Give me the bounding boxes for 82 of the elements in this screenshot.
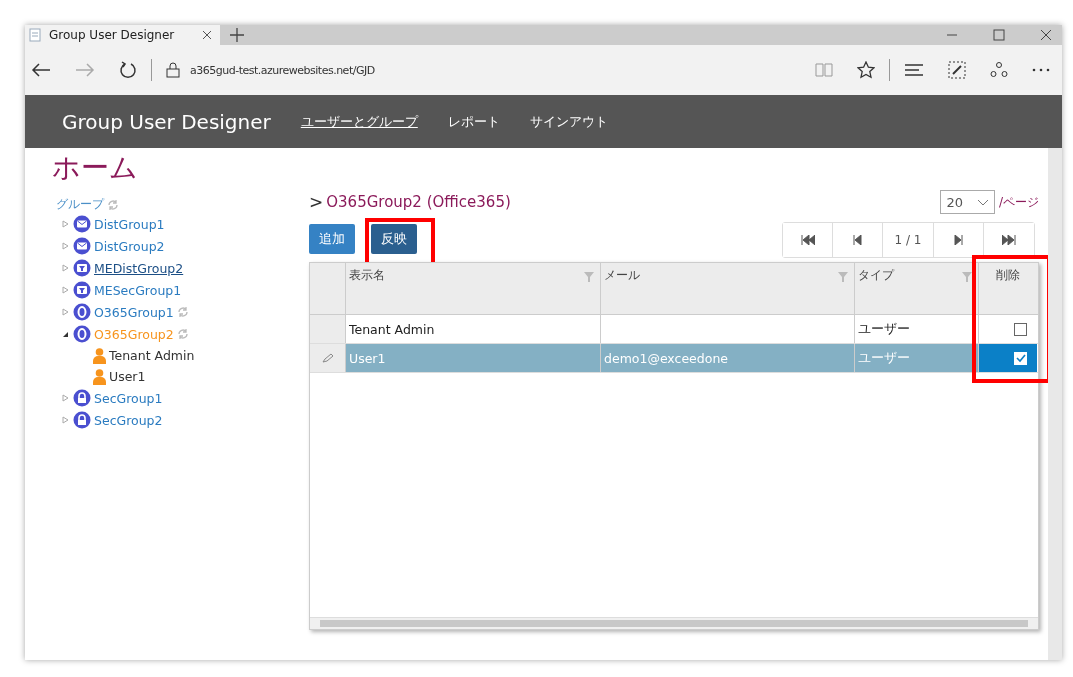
new-tab-icon[interactable] <box>230 28 244 42</box>
collapse-arrow-icon[interactable] <box>62 330 69 338</box>
envelope-icon <box>73 237 91 255</box>
ring-icon <box>73 303 91 321</box>
nav-link[interactable]: レポート <box>447 112 500 131</box>
lock-icon <box>73 411 91 429</box>
refresh-icon[interactable] <box>119 61 137 79</box>
expand-arrow-icon[interactable] <box>62 220 69 228</box>
menu-icon[interactable] <box>904 63 924 77</box>
funnel-icon <box>73 259 91 277</box>
expand-arrow-icon[interactable] <box>62 308 69 316</box>
per-page-label: /ページ <box>998 193 1039 211</box>
table-cell: ユーザー <box>858 320 910 338</box>
back-icon[interactable] <box>31 62 51 78</box>
envelope-icon <box>73 215 91 233</box>
step-forward-icon <box>954 235 963 245</box>
column-header[interactable]: タイプ <box>858 268 894 282</box>
close-icon[interactable] <box>1040 29 1052 41</box>
chevron-down-icon <box>976 198 989 206</box>
expand-arrow-icon[interactable] <box>62 264 69 272</box>
column-header[interactable]: 表示名 <box>349 268 385 282</box>
filter-icon[interactable] <box>584 272 594 282</box>
lock-icon <box>73 389 91 407</box>
person-icon <box>93 368 106 385</box>
action-button[interactable]: 追加 <box>309 224 355 254</box>
lock-icon <box>166 62 180 78</box>
sync-icon[interactable] <box>176 306 189 318</box>
tree-item[interactable]: DistGroup2 <box>94 238 165 254</box>
skip-start-icon <box>800 235 815 245</box>
person-icon <box>93 347 106 364</box>
column-header[interactable]: 削除 <box>996 268 1020 282</box>
star-icon[interactable] <box>857 61 875 79</box>
sync-icon[interactable] <box>107 198 119 211</box>
pen-icon[interactable] <box>948 61 966 79</box>
tree-item[interactable]: SecGroup2 <box>94 412 163 428</box>
table-cell: demo1@exceedone <box>604 350 728 366</box>
table-cell: Tenant Admin <box>349 321 435 337</box>
browser-tab[interactable]: Group User Designer <box>25 25 220 45</box>
share-icon[interactable] <box>990 61 1008 79</box>
more-icon[interactable] <box>1032 68 1050 72</box>
close-icon[interactable] <box>202 30 212 40</box>
nav-link[interactable]: サインアウト <box>529 112 608 131</box>
tree-item[interactable]: SecGroup1 <box>94 390 163 406</box>
tree-item[interactable]: Tenant Admin <box>109 348 195 363</box>
nav-link[interactable]: ユーザーとグループ <box>300 112 418 131</box>
action-button[interactable]: 反映 <box>371 224 417 254</box>
row-selector[interactable] <box>310 344 346 372</box>
maximize-icon[interactable] <box>993 29 1005 41</box>
page-size-dropdown[interactable]: 20 <box>940 190 995 214</box>
address-field[interactable]: a365gud-test.azurewebsites.net/GJD <box>190 63 375 77</box>
book-icon[interactable] <box>815 62 833 78</box>
ring-icon <box>73 325 91 343</box>
tree-item[interactable]: User1 <box>109 369 146 384</box>
step-back-icon <box>853 235 862 245</box>
scrollbar[interactable] <box>310 617 1038 629</box>
checkbox[interactable] <box>1014 322 1027 336</box>
sync-icon[interactable] <box>176 328 189 340</box>
app-title[interactable]: Group User Designer <box>62 109 271 134</box>
first-page-button[interactable] <box>783 223 833 257</box>
table-cell: ユーザー <box>858 349 910 367</box>
group-title: O365Group2 (Office365) <box>326 193 511 211</box>
expand-arrow-icon[interactable] <box>62 394 69 402</box>
forward-icon[interactable] <box>75 62 95 78</box>
filter-icon[interactable] <box>838 272 848 282</box>
tree-item[interactable]: DistGroup1 <box>94 216 165 232</box>
table-cell: User1 <box>349 350 386 366</box>
funnel-icon <box>73 281 91 299</box>
tree-root[interactable]: グループ <box>56 196 104 213</box>
column-header[interactable]: メール <box>604 268 640 282</box>
scrollbar[interactable] <box>1048 148 1062 660</box>
tree-item[interactable]: MEDistGroup2 <box>94 260 184 276</box>
tree-item[interactable]: O365Group1 <box>94 304 174 320</box>
expand-arrow-icon[interactable] <box>62 286 69 294</box>
expand-arrow-icon[interactable] <box>62 242 69 250</box>
expand-arrow-icon[interactable] <box>62 416 69 424</box>
skip-end-icon <box>1002 235 1016 245</box>
page-heading: ホーム <box>52 150 139 186</box>
tree-item[interactable]: MESecGroup1 <box>94 282 182 298</box>
row-selector[interactable] <box>310 315 346 343</box>
page-icon <box>29 28 41 42</box>
breadcrumb-separator: > <box>309 192 324 212</box>
filter-icon[interactable] <box>962 272 972 282</box>
